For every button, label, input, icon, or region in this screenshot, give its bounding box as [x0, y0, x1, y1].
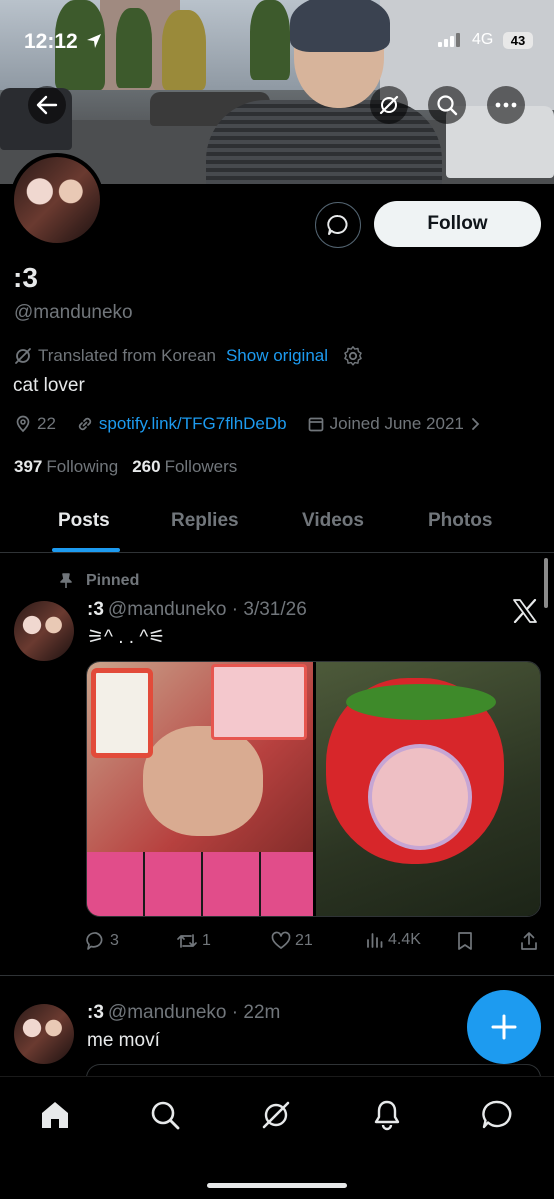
translation-notice: Translated from Korean Show original	[14, 345, 364, 367]
location-icon	[16, 415, 30, 433]
profile-handle: @manduneko	[14, 302, 133, 323]
location-text: 22	[37, 414, 56, 433]
profile-display-name: :3	[13, 262, 38, 293]
more-icon	[495, 102, 517, 108]
messages-icon	[482, 1100, 512, 1129]
post-author-name[interactable]: :3	[87, 1002, 104, 1023]
followers-count[interactable]: 260 Followers	[132, 457, 237, 477]
nav-messages[interactable]	[477, 1095, 517, 1135]
nav-grok[interactable]	[256, 1095, 296, 1135]
pinned-label: Pinned	[58, 572, 139, 590]
show-original-link[interactable]: Show original	[226, 346, 328, 366]
nav-notifications[interactable]	[367, 1095, 407, 1135]
back-arrow-icon	[36, 95, 58, 115]
battery-indicator: 43	[503, 32, 533, 49]
profile-link[interactable]: spotify.link/TFG7flhDeDb	[99, 414, 287, 434]
grok-icon	[379, 95, 399, 115]
tab-posts[interactable]: Posts	[58, 510, 110, 532]
more-button[interactable]	[487, 86, 525, 124]
network-type: 4G	[472, 31, 494, 48]
nav-home[interactable]	[35, 1095, 75, 1135]
bookmark-icon	[458, 932, 472, 950]
chevron-right-icon	[471, 418, 480, 430]
location-arrow-icon	[87, 34, 101, 48]
grok-icon	[262, 1101, 290, 1129]
plus-icon	[491, 1014, 517, 1040]
signal-icon	[438, 33, 460, 47]
post-actions: 3 1 21 4.4K	[86, 929, 541, 955]
active-tab-indicator	[52, 548, 120, 552]
post-author-handle[interactable]: @manduneko	[108, 1002, 227, 1023]
post-image-2[interactable]	[316, 662, 540, 916]
status-time: 12:12	[24, 30, 78, 53]
repost-button[interactable]: 1	[176, 931, 211, 951]
post-text: ⚞^ . . ^⚟	[87, 627, 166, 648]
post-header: :3 @manduneko · 22m	[87, 1002, 281, 1023]
joined-text: Joined June 2021	[329, 414, 464, 433]
tab-replies[interactable]: Replies	[171, 510, 239, 532]
post-header: :3 @manduneko · 3/31/26	[87, 599, 307, 620]
post-divider	[0, 975, 554, 976]
search-button[interactable]	[428, 86, 466, 124]
reply-button[interactable]: 3	[86, 931, 119, 951]
link-icon	[78, 417, 92, 431]
joined-item[interactable]: Joined June 2021	[307, 414, 481, 434]
gear-icon[interactable]	[342, 345, 364, 367]
like-button[interactable]: 21	[271, 931, 313, 951]
search-icon	[437, 95, 458, 116]
calendar-icon	[308, 417, 323, 432]
following-count[interactable]: 397 Following	[14, 457, 118, 477]
message-button[interactable]	[315, 202, 361, 248]
tab-photos[interactable]: Photos	[428, 510, 492, 532]
post-avatar[interactable]	[14, 601, 74, 661]
link-item[interactable]: spotify.link/TFG7flhDeDb	[76, 414, 287, 434]
profile-tabs: Posts Replies Videos Photos	[0, 500, 554, 553]
profile-bio: cat lover	[13, 375, 85, 396]
pin-icon	[60, 573, 72, 588]
tab-videos[interactable]: Videos	[302, 510, 364, 532]
post-author-handle[interactable]: @manduneko	[108, 599, 227, 620]
bottom-navigation	[0, 1076, 554, 1199]
x-logo-icon[interactable]	[512, 599, 538, 623]
post-media[interactable]	[86, 661, 541, 917]
views-icon	[367, 933, 383, 948]
reply-icon	[86, 932, 103, 950]
repost-icon	[177, 934, 197, 948]
profile-meta: 22 spotify.link/TFG7flhDeDb Joined June …	[14, 414, 501, 434]
like-icon	[271, 931, 291, 949]
location-item: 22	[14, 414, 56, 434]
post-text: me moví	[87, 1030, 160, 1051]
post-image-1[interactable]	[87, 662, 313, 916]
follow-counts: 397 Following 260 Followers	[14, 457, 237, 477]
share-icon	[521, 932, 537, 950]
message-icon	[327, 214, 348, 235]
compose-button[interactable]	[467, 990, 541, 1064]
profile-avatar[interactable]	[10, 153, 104, 247]
bookmark-button[interactable]	[456, 931, 474, 951]
views-button[interactable]: 4.4K	[366, 931, 421, 949]
explore-icon	[151, 1101, 180, 1130]
status-bar: 12:12 4G 43	[0, 0, 554, 53]
scrollbar[interactable]	[544, 558, 548, 608]
post-date[interactable]: 3/31/26	[243, 599, 306, 620]
post-avatar[interactable]	[14, 1004, 74, 1064]
nav-explore[interactable]	[145, 1095, 185, 1135]
notifications-icon	[374, 1100, 400, 1131]
follow-button[interactable]: Follow	[374, 201, 541, 247]
translated-label: Translated from Korean	[38, 346, 216, 365]
post-author-name[interactable]: :3	[87, 599, 104, 620]
home-indicator[interactable]	[207, 1183, 347, 1188]
translate-icon	[15, 348, 31, 364]
grok-button[interactable]	[370, 86, 408, 124]
back-button[interactable]	[28, 86, 66, 124]
share-button[interactable]	[520, 931, 538, 951]
home-icon	[42, 1102, 68, 1128]
post-date[interactable]: 22m	[243, 1002, 280, 1023]
